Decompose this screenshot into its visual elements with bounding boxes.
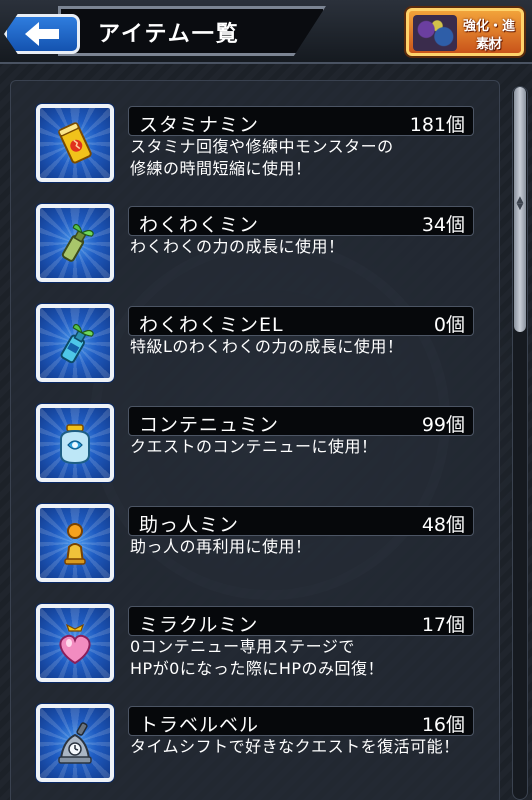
item-description: クエストのコンテニューに使用！ — [130, 436, 480, 458]
grip-icon: ▲ ▼ — [516, 195, 524, 212]
item-count: 0個 — [433, 314, 465, 336]
back-button[interactable] — [4, 14, 80, 54]
list-item[interactable]: わくわくミン 34個 わくわくの力の成長に使用！ — [36, 202, 480, 284]
description-line: タイムシフトで好きなクエストを復活可能！ — [130, 737, 460, 756]
back-arrow-icon — [25, 22, 59, 46]
item-description: スタミナ回復や修練中モンスターの 修練の時間短縮に使用！ — [130, 136, 480, 180]
monster-thumbnails-icon — [413, 15, 457, 51]
description-line: スタミナ回復や修練中モンスターの — [130, 137, 394, 156]
item-name: わくわくミンEL — [139, 314, 284, 336]
item-description: タイムシフトで好きなクエストを復活可能！ — [130, 736, 480, 758]
list-item[interactable]: スタミナミン 181個 スタミナ回復や修練中モンスターの 修練の時間短縮に使用！ — [36, 102, 480, 184]
description-line: 助っ人の再利用に使用！ — [130, 537, 312, 556]
item-icon-frame — [36, 504, 114, 582]
list-item[interactable]: トラベルベル 16個 タイムシフトで好きなクエストを復活可能！ — [36, 702, 480, 784]
description-line: わくわくの力の成長に使用！ — [130, 237, 345, 256]
item-name: わくわくミン — [139, 214, 260, 236]
item-name: トラベルベル — [139, 714, 260, 736]
item-icon-frame — [36, 104, 114, 182]
description-line: 特級Lのわくわくの力の成長に使用！ — [130, 337, 404, 356]
travel-bell-icon — [58, 722, 92, 764]
item-name-bar: コンテニュミン 99個 — [128, 406, 474, 436]
page-title: アイテム一覧 — [98, 22, 240, 47]
description-line: クエストのコンテニューに使用！ — [130, 437, 378, 456]
item-description: わくわくの力の成長に使用！ — [130, 236, 480, 258]
list-item[interactable]: コンテニュミン 99個 クエストのコンテニューに使用！ — [36, 402, 480, 484]
item-name-bar: わくわくミン 34個 — [128, 206, 474, 236]
continue-jar-icon — [60, 424, 90, 465]
helper-pawn-icon — [64, 523, 86, 565]
item-icon-frame — [36, 404, 114, 482]
item-icon-frame — [36, 704, 114, 782]
item-count: 34個 — [421, 214, 465, 236]
sprout-bottle-icon — [61, 224, 94, 262]
item-name-bar: スタミナミン 181個 — [128, 106, 474, 136]
item-description: 0コンテニュー専用ステージで HPが0になった際にHPのみ回復！ — [130, 636, 480, 680]
item-name-bar: ミラクルミン 17個 — [128, 606, 474, 636]
evolve-materials-button[interactable]: 強化・進化 素材 — [406, 8, 524, 56]
description-line: 修練の時間短縮に使用！ — [130, 159, 312, 178]
item-count: 16個 — [421, 714, 465, 736]
list-item[interactable]: わくわくミンEL 0個 特級Lのわくわくの力の成長に使用！ — [36, 302, 480, 384]
item-count: 48個 — [421, 514, 465, 536]
item-icon-frame — [36, 304, 114, 382]
sprout-bottle-el-icon — [60, 324, 94, 364]
item-count: 99個 — [421, 414, 465, 436]
item-icon-frame — [36, 604, 114, 682]
item-description: 特級Lのわくわくの力の成長に使用！ — [130, 336, 480, 358]
description-line: HPが0になった際にHPのみ回復！ — [130, 659, 385, 678]
list-item[interactable]: ミラクルミン 17個 0コンテニュー専用ステージで HPが0になった際にHPのみ… — [36, 602, 480, 684]
scrollbar[interactable]: ▲ ▼ — [512, 86, 528, 800]
scrollbar-thumb[interactable]: ▲ ▼ — [514, 87, 526, 332]
item-name: 助っ人ミン — [139, 514, 240, 536]
item-icon-frame — [36, 204, 114, 282]
item-name-bar: 助っ人ミン 48個 — [128, 506, 474, 536]
item-name-bar: わくわくミンEL 0個 — [128, 306, 474, 336]
stamina-can-icon — [58, 122, 92, 164]
item-count: 181個 — [409, 114, 465, 136]
materials-label: 素材 — [475, 37, 502, 52]
item-name-bar: トラベルベル 16個 — [128, 706, 474, 736]
list-item[interactable]: 助っ人ミン 48個 助っ人の再利用に使用！ — [36, 502, 480, 584]
header-bar: アイテム一覧 強化・進化 素材 — [0, 0, 532, 64]
description-line: 0コンテニュー専用ステージで — [130, 637, 355, 656]
item-description: 助っ人の再利用に使用！ — [130, 536, 480, 558]
heart-potion-icon — [59, 623, 91, 665]
item-name: コンテニュミン — [139, 414, 280, 436]
item-name: スタミナミン — [139, 114, 260, 136]
item-name: ミラクルミン — [139, 614, 259, 636]
item-count: 17個 — [421, 614, 465, 636]
